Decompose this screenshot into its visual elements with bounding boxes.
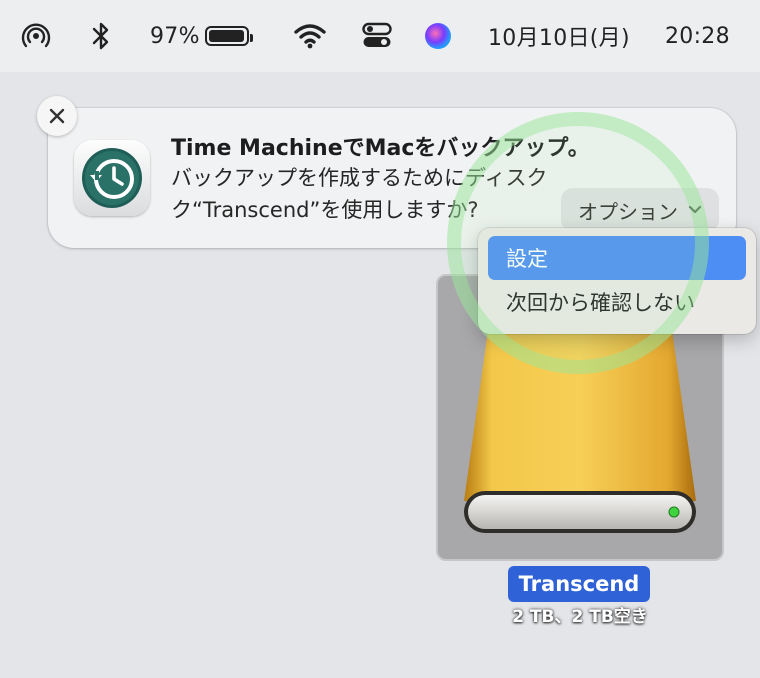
battery-percent: 97% [150,23,200,49]
options-button[interactable]: オプション [561,188,719,232]
battery-icon[interactable] [205,0,253,72]
notification-body-line: バックアップを作成するためにディスク [171,166,548,190]
time-machine-icon [74,140,150,216]
close-icon [49,108,65,124]
notification-body-line: ク“Transcend”を使用しますか? [171,198,479,222]
notification-title: Time MachineでMacをバックアップ。 [171,136,590,161]
control-center-icon[interactable] [362,0,392,72]
menu-bar: 97% 10月10日(月) 20:28 [0,0,760,72]
wifi-icon[interactable] [294,0,326,72]
menubar-date[interactable]: 10月10日(月) [488,0,630,72]
disk-name-label[interactable]: Transcend [508,566,650,602]
menubar-time[interactable]: 20:28 [665,0,730,72]
notification-banner[interactable]: Time MachineでMacをバックアップ。 バックアップを作成するためにデ… [48,108,736,248]
menu-item-settings[interactable]: 設定 [488,236,746,280]
chevron-down-icon [688,205,702,214]
airdrop-icon[interactable] [20,0,52,72]
disk-info-label: 2 TB、2 TB空き [512,607,648,627]
menu-item-dont-ask[interactable]: 次回から確認しない [488,280,746,324]
options-menu: 設定 次回から確認しない [478,228,756,334]
bluetooth-icon[interactable] [90,0,112,72]
close-button[interactable] [37,96,77,136]
notification-body: バックアップを作成するためにディスク ク“Transcend”を使用しますか? [171,162,571,226]
siri-icon[interactable] [425,0,451,72]
options-label: オプション [578,199,678,224]
